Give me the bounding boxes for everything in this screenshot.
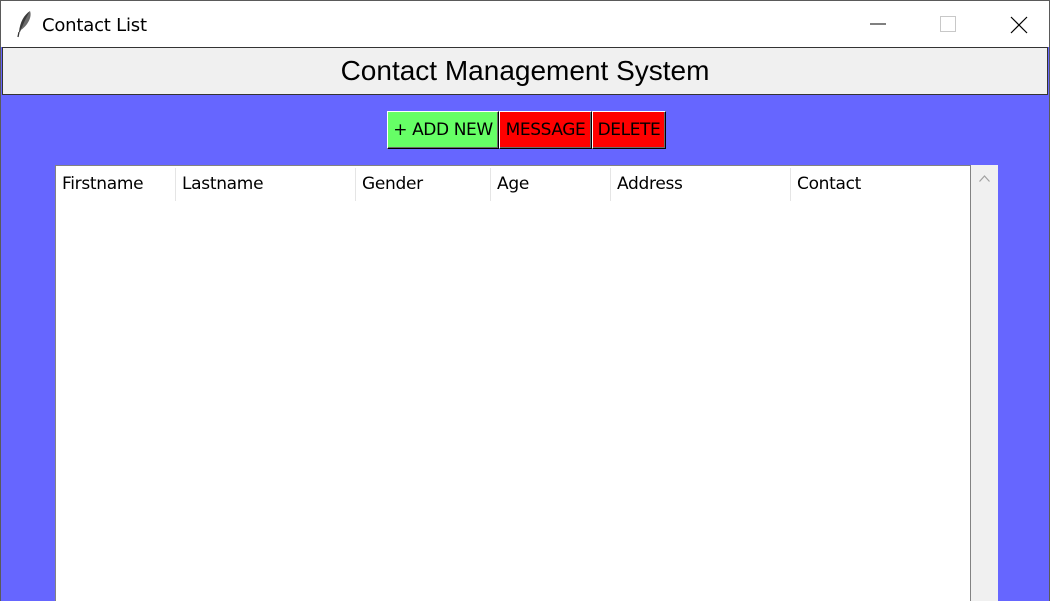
title-bar[interactable]: Contact List bbox=[1, 1, 1049, 47]
chevron-up-icon bbox=[979, 175, 990, 182]
column-header-gender[interactable]: Gender bbox=[356, 166, 491, 203]
column-header-lastname[interactable]: Lastname bbox=[176, 166, 356, 203]
minimize-icon bbox=[870, 23, 886, 25]
add-new-button[interactable]: + ADD NEW bbox=[387, 111, 499, 149]
delete-button[interactable]: DELETE bbox=[592, 111, 666, 149]
window-title: Contact List bbox=[42, 15, 147, 36]
feather-icon bbox=[15, 10, 35, 38]
app-window: Contact List Contact Management System +… bbox=[0, 0, 1050, 601]
column-header-address[interactable]: Address bbox=[611, 166, 791, 203]
vertical-scrollbar[interactable] bbox=[971, 165, 998, 601]
message-button[interactable]: MESSAGE bbox=[499, 111, 592, 149]
column-header-contact[interactable]: Contact bbox=[791, 166, 970, 203]
table-header: Firstname Lastname Gender Age Address Co… bbox=[56, 166, 970, 203]
close-button[interactable] bbox=[983, 1, 1050, 47]
column-header-firstname[interactable]: Firstname bbox=[56, 166, 176, 203]
table-body[interactable] bbox=[56, 203, 970, 601]
scroll-up-button[interactable] bbox=[971, 165, 998, 192]
maximize-button[interactable] bbox=[913, 1, 983, 47]
maximize-icon bbox=[940, 16, 956, 32]
contacts-table[interactable]: Firstname Lastname Gender Age Address Co… bbox=[55, 165, 971, 601]
header-bar: Contact Management System bbox=[2, 47, 1048, 95]
close-icon bbox=[1010, 16, 1028, 34]
page-title: Contact Management System bbox=[340, 55, 710, 86]
column-header-age[interactable]: Age bbox=[491, 166, 611, 203]
minimize-button[interactable] bbox=[843, 1, 913, 47]
